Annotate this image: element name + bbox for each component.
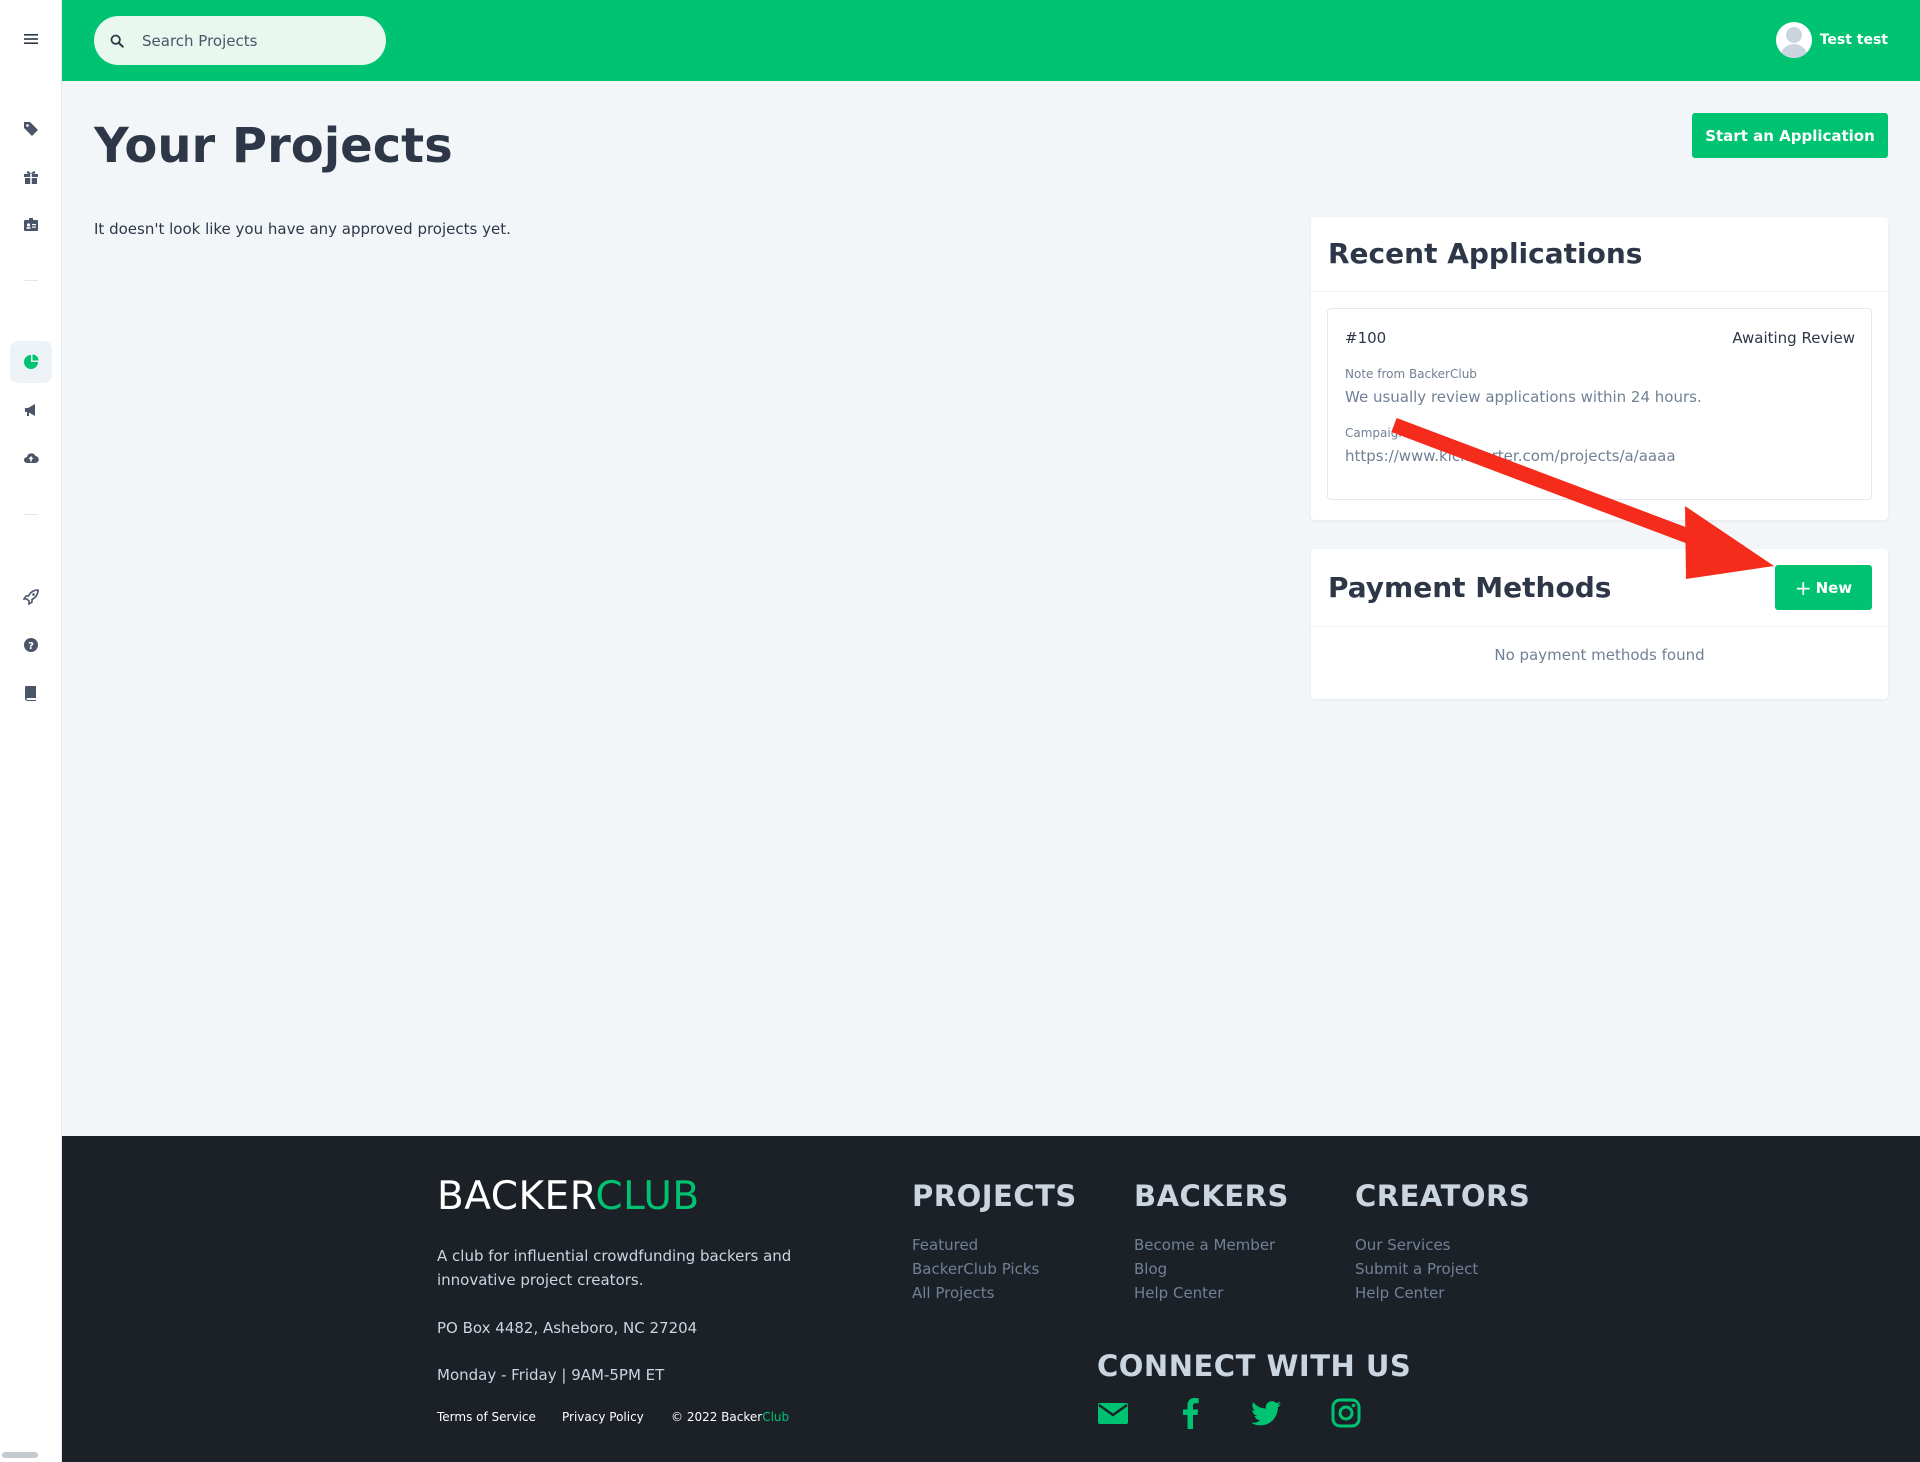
footer-logo[interactable]: BACKERCLUB — [437, 1174, 700, 1219]
application-note: We usually review applications within 24… — [1345, 388, 1702, 406]
instagram-link[interactable] — [1329, 1396, 1363, 1430]
plus-icon: + — [1794, 575, 1812, 600]
campaign-link[interactable]: https://www.kickstarter.com/projects/a/a… — [1345, 447, 1676, 465]
question-circle-icon: ? — [24, 638, 38, 652]
privacy-link[interactable]: Privacy Policy — [562, 1410, 644, 1424]
new-button-label: New — [1815, 578, 1853, 597]
hamburger-icon — [24, 34, 38, 44]
sidebar-divider — [24, 514, 38, 515]
page-title: Your Projects — [94, 118, 453, 174]
search-box[interactable] — [94, 16, 386, 65]
footer-column-title: BACKERS — [1134, 1179, 1289, 1213]
menu-toggle-button[interactable] — [10, 18, 52, 60]
sidebar-item-deals[interactable] — [10, 108, 52, 150]
rocket-icon — [23, 589, 39, 605]
facebook-link[interactable] — [1174, 1396, 1208, 1430]
top-bar: Test test — [62, 0, 1920, 81]
copyright: © 2022 BackerClub — [671, 1410, 790, 1424]
note-label: Note from BackerClub — [1345, 367, 1477, 381]
footer-link-featured[interactable]: Featured — [912, 1236, 978, 1254]
no-payment-methods-message: No payment methods found — [1494, 646, 1705, 664]
svg-text:?: ? — [28, 641, 34, 652]
payment-methods-card: Payment Methods + New No payment methods… — [1311, 549, 1888, 699]
terms-link[interactable]: Terms of Service — [437, 1410, 536, 1424]
footer-link-our-services[interactable]: Our Services — [1355, 1236, 1451, 1254]
new-payment-method-button[interactable]: + New — [1775, 565, 1872, 610]
sidebar-item-membership[interactable] — [10, 204, 52, 246]
footer-tagline: A club for influential crowdfunding back… — [437, 1247, 792, 1289]
card-divider — [1311, 626, 1888, 627]
chart-pie-icon — [24, 354, 39, 369]
footer-link-become-member[interactable]: Become a Member — [1134, 1236, 1275, 1254]
campaign-label: Campaign — [1345, 426, 1406, 440]
footer-hours: Monday - Friday | 9AM-5PM ET — [437, 1366, 665, 1384]
sidebar-item-launch[interactable] — [10, 576, 52, 618]
book-icon — [25, 686, 36, 701]
sidebar-item-campaigns[interactable] — [10, 389, 52, 431]
footer-link-blog[interactable]: Blog — [1134, 1260, 1167, 1278]
recent-applications-title: Recent Applications — [1328, 237, 1643, 270]
sidebar-item-help[interactable]: ? — [10, 624, 52, 666]
twitter-icon — [1251, 1401, 1281, 1426]
start-application-button[interactable]: Start an Application — [1692, 113, 1888, 158]
application-status: Awaiting Review — [1732, 329, 1855, 347]
email-link[interactable] — [1096, 1396, 1130, 1430]
card-divider — [1311, 291, 1888, 292]
sidebar-item-rewards[interactable] — [10, 156, 52, 198]
footer-column-title: PROJECTS — [912, 1179, 1077, 1213]
search-input[interactable] — [142, 31, 362, 50]
cloud-upload-icon — [24, 453, 39, 464]
sidebar-divider — [24, 280, 38, 281]
user-name: Test test — [1819, 32, 1888, 48]
sidebar-item-guides[interactable] — [10, 672, 52, 714]
horizontal-scrollbar[interactable] — [2, 1452, 38, 1458]
bullhorn-icon — [25, 404, 35, 416]
facebook-icon — [1183, 1398, 1199, 1429]
footer: BACKERCLUB A club for influential crowdf… — [62, 1136, 1920, 1462]
id-card-icon — [24, 218, 38, 231]
sidebar-item-projects[interactable] — [10, 341, 52, 383]
gift-icon — [24, 171, 38, 184]
no-projects-message: It doesn't look like you have any approv… — [94, 220, 511, 238]
footer-link-help-center[interactable]: Help Center — [1355, 1284, 1444, 1302]
sidebar-item-uploads[interactable] — [10, 437, 52, 479]
application-item[interactable]: #100 Awaiting Review Note from BackerClu… — [1327, 308, 1872, 500]
footer-link-all-projects[interactable]: All Projects — [912, 1284, 995, 1302]
recent-applications-card: Recent Applications #100 Awaiting Review… — [1311, 217, 1888, 520]
twitter-link[interactable] — [1249, 1396, 1283, 1430]
footer-link-submit-project[interactable]: Submit a Project — [1355, 1260, 1478, 1278]
user-menu[interactable]: Test test — [1775, 22, 1888, 58]
instagram-icon — [1331, 1398, 1361, 1428]
tag-icon — [24, 122, 38, 136]
footer-link-backerclub-picks[interactable]: BackerClub Picks — [912, 1260, 1039, 1278]
footer-address: PO Box 4482, Asheboro, NC 27204 — [437, 1319, 698, 1337]
avatar[interactable] — [1775, 22, 1812, 58]
connect-title: CONNECT WITH US — [1097, 1349, 1412, 1383]
envelope-icon — [1098, 1403, 1128, 1424]
application-number: #100 — [1345, 329, 1387, 347]
footer-link-help-center[interactable]: Help Center — [1134, 1284, 1223, 1302]
payment-methods-title: Payment Methods — [1328, 571, 1612, 604]
footer-column-title: CREATORS — [1355, 1179, 1531, 1213]
sidebar: ? — [0, 0, 62, 1462]
search-icon — [110, 34, 124, 48]
